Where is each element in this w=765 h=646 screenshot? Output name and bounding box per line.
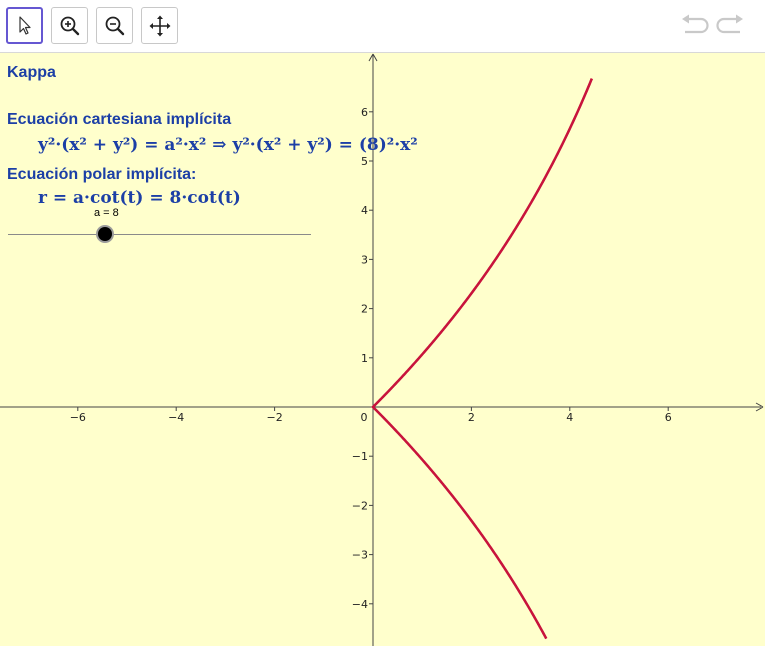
zoom-out-button[interactable] xyxy=(96,7,133,44)
title-text: Kappa xyxy=(7,64,56,81)
y-tick-label: −1 xyxy=(352,450,368,463)
x-tick-label: −6 xyxy=(70,411,86,424)
move-graphics-view-button[interactable] xyxy=(141,7,178,44)
redo-icon xyxy=(716,14,743,34)
kappa-curve-branch xyxy=(371,78,593,409)
y-tick-label: 1 xyxy=(361,352,368,365)
zoom-in-icon xyxy=(60,16,79,35)
y-tick-label: −2 xyxy=(352,499,368,512)
y-tick-label: 2 xyxy=(361,303,368,316)
y-tick-label: −3 xyxy=(352,549,368,562)
cartesian-equation: y²·(x² + y²) = a²·x² ⇒ y²·(x² + y²) = (8… xyxy=(38,135,418,155)
x-tick-label: 2 xyxy=(468,411,475,424)
polar-equation: r = a·cot(t) = 8·cot(t) xyxy=(38,188,241,208)
toolbar xyxy=(0,0,765,53)
x-tick-label: −4 xyxy=(168,411,184,424)
polar-heading: Ecuación polar implícita: xyxy=(7,166,197,183)
y-tick-label: 3 xyxy=(361,253,368,266)
kappa-curve-branch xyxy=(371,78,593,409)
x-tick-label: −2 xyxy=(266,411,282,424)
move-tool-button[interactable] xyxy=(6,7,43,44)
slider-label: a = 8 xyxy=(94,207,119,219)
redo-button[interactable] xyxy=(716,12,746,45)
y-tick-label: 5 xyxy=(361,155,368,168)
zoom-out-icon xyxy=(105,16,124,35)
zoom-in-button[interactable] xyxy=(51,7,88,44)
slider-knob[interactable] xyxy=(98,227,112,241)
slider-track[interactable] xyxy=(8,234,311,235)
undo-button[interactable] xyxy=(679,12,709,45)
kappa-curve xyxy=(371,78,593,640)
cartesian-heading: Ecuación cartesiana implícita xyxy=(7,111,232,128)
x-tick-label: 4 xyxy=(566,411,573,424)
x-tick-label: 6 xyxy=(665,411,672,424)
x-tick-label: 0 xyxy=(361,411,368,424)
kappa-curve-branch xyxy=(371,405,548,640)
move-arrows-icon xyxy=(149,15,170,36)
graphics-view[interactable]: −6 −4 −2 0 2 4 6 −4 −3 −2 −1 1 2 3 4 5 6 Kappa Ecuación … xyxy=(0,53,765,646)
arrow-pointer-icon xyxy=(18,15,31,35)
y-tick-label: 6 xyxy=(361,106,368,119)
kappa-curve-branch xyxy=(371,405,548,640)
undo-icon xyxy=(682,14,709,34)
y-tick-label: 4 xyxy=(361,204,368,217)
y-tick-label: −4 xyxy=(352,598,368,611)
